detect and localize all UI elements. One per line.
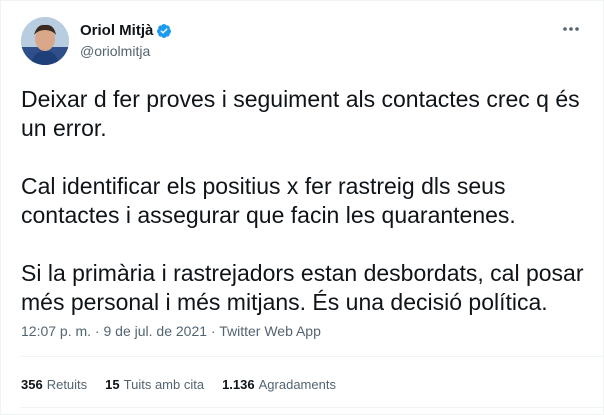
tweet-timestamp-source[interactable]: 12:07 p. m. · 9 de jul. de 2021 · Twitte… (21, 323, 321, 339)
retweets-label: Retuits (46, 377, 88, 392)
likes-stat[interactable]: 1.136 Agradaments (222, 377, 336, 392)
quotes-stat[interactable]: 15 Tuits amb cita (105, 377, 204, 392)
author-handle[interactable]: @oriolmitja (80, 43, 150, 59)
divider (21, 356, 603, 357)
tweet-text: Deixar d fer proves i seguiment als cont… (21, 85, 591, 346)
author-name[interactable]: Oriol Mitjà (80, 22, 153, 39)
avatar[interactable] (21, 17, 69, 65)
tweet-card: Oriol Mitjà @oriolmitja Deixar d fer pro… (0, 0, 604, 415)
quotes-count: 15 (105, 377, 120, 392)
tweet-paragraph: Cal identificar els positius x fer rastr… (21, 173, 516, 228)
tweet-paragraph: Deixar d fer proves i seguiment als cont… (21, 86, 580, 141)
likes-label: Agradaments (258, 377, 336, 392)
avatar-photo (21, 17, 69, 65)
tweet-paragraph: Si la primària i rastrejadors estan desb… (21, 260, 584, 315)
retweets-count: 356 (21, 377, 43, 392)
divider (21, 407, 603, 408)
tweet-stats: 356 Retuits 15 Tuits amb cita 1.136 Agradam… (21, 377, 336, 392)
author-name-row[interactable]: Oriol Mitjà (80, 22, 172, 39)
retweets-stat[interactable]: 356 Retuits (21, 377, 87, 392)
verified-badge-icon (156, 23, 172, 39)
quotes-label: Tuits amb cita (123, 377, 205, 392)
more-horizontal-icon[interactable] (561, 21, 581, 37)
likes-count: 1.136 (222, 377, 255, 392)
